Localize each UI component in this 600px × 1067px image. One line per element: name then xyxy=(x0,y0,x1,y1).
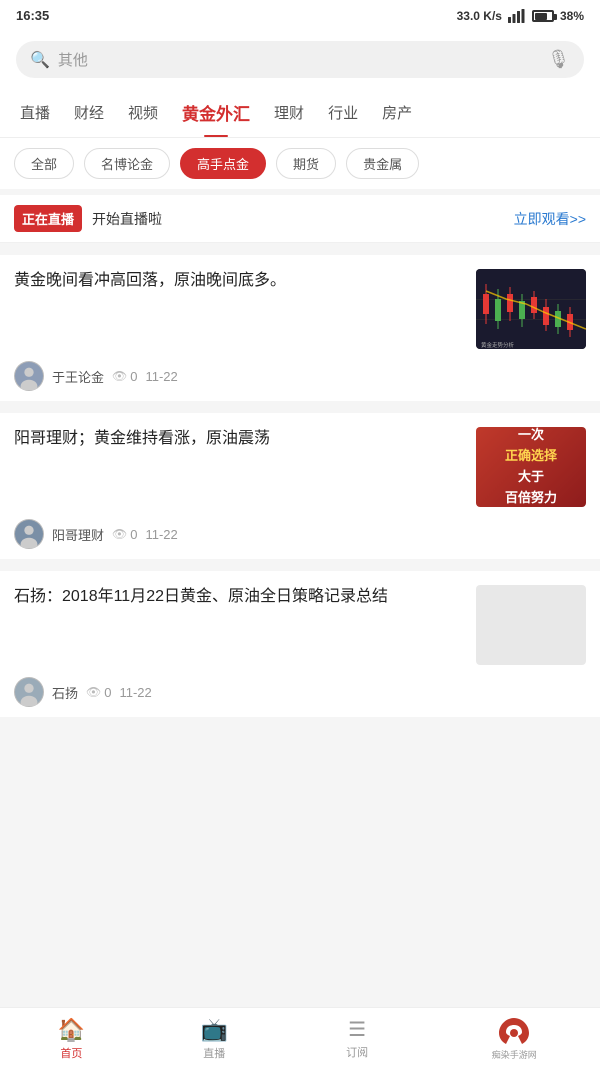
article-thumb-2[interactable]: 一次 正确选择 大于 百倍努力 xyxy=(476,427,586,507)
nav-item-hangye[interactable]: 行业 xyxy=(316,90,370,135)
card-divider-1 xyxy=(0,243,600,249)
article-title-1[interactable]: 黄金晚间看冲高回落，原油晚间底多。 xyxy=(14,269,464,349)
bottom-nav: 🏠 首页 📺 直播 ☰ 订阅 痴染手游网 xyxy=(0,1007,600,1067)
filter-gaoshou[interactable]: 高手点金 xyxy=(180,148,266,179)
search-icon: 🔍 xyxy=(30,50,50,70)
bottom-nav-live-label: 直播 xyxy=(203,1045,225,1061)
eye-icon-1: 👁 xyxy=(112,369,127,383)
eye-icon-3: 👁 xyxy=(86,685,101,699)
article-meta-1: 于王论金 👁 0 11-22 xyxy=(14,361,586,391)
bottom-nav-live[interactable]: 📺 直播 xyxy=(143,1009,286,1067)
view-count-3: 👁 0 xyxy=(86,685,111,700)
article-thumb-3[interactable] xyxy=(476,585,586,665)
view-count-2: 👁 0 xyxy=(112,527,137,542)
author-2: 阳哥理财 xyxy=(52,525,104,544)
nav-item-licai[interactable]: 理财 xyxy=(262,90,316,135)
live-icon: 📺 xyxy=(201,1017,228,1043)
article-content-1: 黄金晚间看冲高回落，原油晚间底多。 xyxy=(14,269,586,349)
article-thumb-1[interactable]: 黄金走势分析 xyxy=(476,269,586,349)
nav-item-shipin[interactable]: 视频 xyxy=(116,90,170,135)
article-card-1: 黄金晚间看冲高回落，原油晚间底多。 xyxy=(0,255,600,401)
article-meta-3: 石扬 👁 0 11-22 xyxy=(14,677,586,707)
filter-guijinshu[interactable]: 贵金属 xyxy=(346,148,419,179)
subscribe-icon: ☰ xyxy=(348,1017,366,1042)
article-card-2: 阳哥理财；黄金维持看涨，原油震荡 一次 正确选择 大于 百倍努力 阳哥理财 xyxy=(0,413,600,559)
filter-all[interactable]: 全部 xyxy=(14,148,74,179)
nav-item-zhibo[interactable]: 直播 xyxy=(8,90,62,135)
article-content-2: 阳哥理财；黄金维持看涨，原油震荡 一次 正确选择 大于 百倍努力 xyxy=(14,427,586,507)
home-icon: 🏠 xyxy=(58,1017,85,1043)
mic-icon[interactable]: 🎙 xyxy=(547,49,570,70)
battery-icon xyxy=(532,10,554,22)
search-bar[interactable]: 🔍 其他 🎙 xyxy=(16,41,584,78)
status-right: 33.0 K/s 38% xyxy=(457,9,584,23)
nav-item-fangchan[interactable]: 房产 xyxy=(370,90,424,135)
live-text: 开始直播啦 xyxy=(92,209,504,229)
card-divider-2 xyxy=(0,401,600,407)
article-title-2[interactable]: 阳哥理财；黄金维持看涨，原油震荡 xyxy=(14,427,464,507)
avatar-1 xyxy=(14,361,44,391)
status-time: 16:35 xyxy=(16,8,49,23)
article-title-3[interactable]: 石扬：2018年11月22日黄金、原油全日策略记录总结 xyxy=(14,585,464,665)
view-count-1: 👁 0 xyxy=(112,369,137,384)
article-meta-2: 阳哥理财 👁 0 11-22 xyxy=(14,519,586,549)
bottom-nav-home[interactable]: 🏠 首页 xyxy=(0,1009,143,1067)
live-link[interactable]: 立即观看>> xyxy=(514,209,586,229)
bottom-nav-home-label: 首页 xyxy=(60,1045,82,1061)
nav-item-caijing[interactable]: 财经 xyxy=(62,90,116,135)
nav-item-huangjin[interactable]: 黄金外汇 xyxy=(170,88,262,137)
logo-icon xyxy=(496,1016,532,1046)
search-bar-container: 🔍 其他 🎙 xyxy=(0,31,600,88)
date-1: 11-22 xyxy=(145,369,177,384)
bottom-nav-subscribe-label: 订阅 xyxy=(346,1044,368,1060)
article-card-3: 石扬：2018年11月22日黄金、原油全日策略记录总结 石扬 👁 0 11-22 xyxy=(0,571,600,717)
filter-mingbo[interactable]: 名博论金 xyxy=(84,148,170,179)
top-nav: 直播 财经 视频 黄金外汇 理财 行业 房产 xyxy=(0,88,600,138)
filter-qihuo[interactable]: 期货 xyxy=(276,148,336,179)
author-3: 石扬 xyxy=(52,683,78,702)
author-1: 于王论金 xyxy=(52,367,104,386)
filter-row: 全部 名博论金 高手点金 期货 贵金属 xyxy=(0,138,600,195)
status-bar: 16:35 33.0 K/s 38% xyxy=(0,0,600,31)
signal-icon xyxy=(508,9,526,23)
bottom-nav-logo[interactable]: 痴染手游网 xyxy=(429,1008,600,1067)
date-2: 11-22 xyxy=(145,527,177,542)
svg-text:黄金走势分析: 黄金走势分析 xyxy=(481,341,515,349)
bottom-nav-subscribe[interactable]: ☰ 订阅 xyxy=(286,1009,429,1066)
live-badge: 正在直播 xyxy=(14,205,82,232)
card-divider-3 xyxy=(0,559,600,565)
avatar-2 xyxy=(14,519,44,549)
article-content-3: 石扬：2018年11月22日黄金、原油全日策略记录总结 xyxy=(14,585,586,665)
watermark-logo: 痴染手游网 xyxy=(492,1016,537,1061)
date-3: 11-22 xyxy=(119,685,151,700)
search-placeholder: 其他 xyxy=(58,49,539,70)
eye-icon-2: 👁 xyxy=(112,527,127,541)
live-banner: 正在直播 开始直播啦 立即观看>> xyxy=(0,195,600,243)
avatar-3 xyxy=(14,677,44,707)
